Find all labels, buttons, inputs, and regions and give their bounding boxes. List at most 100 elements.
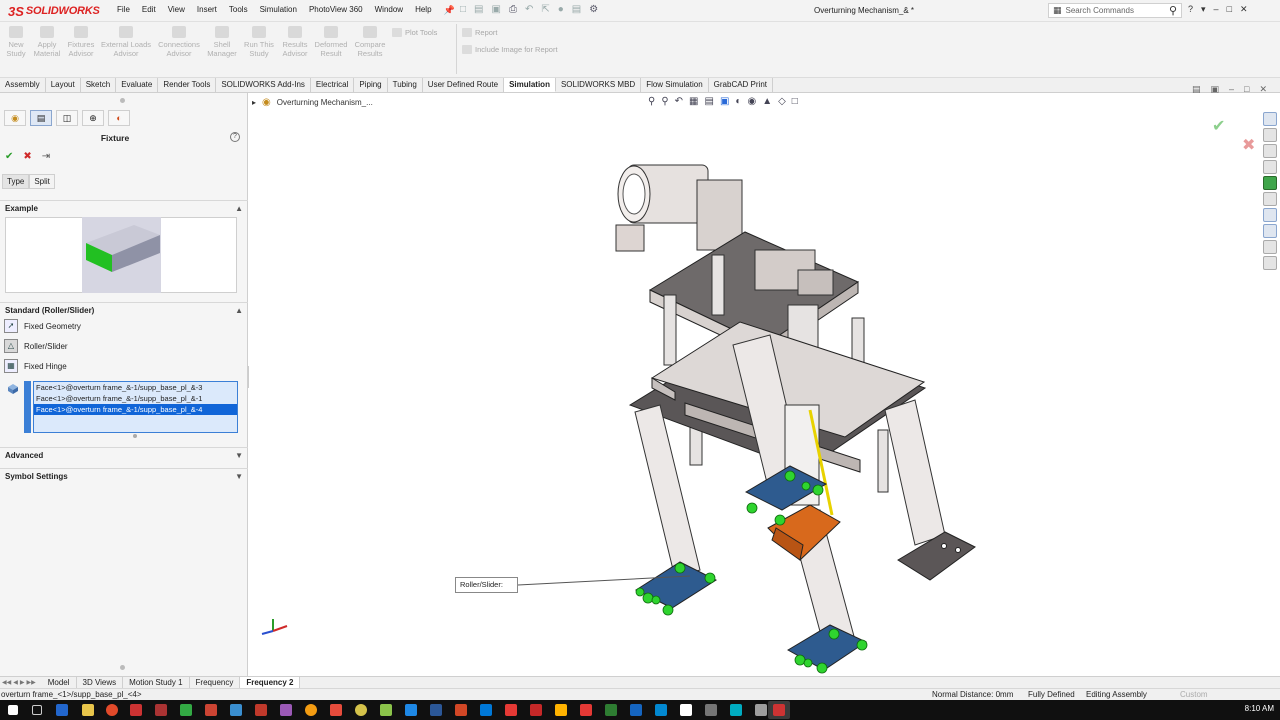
solidworks-logo[interactable]: 3S SOLIDWORKS [8,3,100,19]
confirm-cancel-icon[interactable]: ✖ [1242,135,1255,155]
app-icon-15[interactable] [555,704,567,716]
menu-edit[interactable]: Edit [142,5,156,16]
tab-sketch[interactable]: Sketch [81,78,117,92]
dimxpert-tab-icon[interactable]: ⊕ [82,110,104,126]
toolbox-icon[interactable] [1263,240,1277,254]
app-icon-12[interactable] [405,704,417,716]
tab-render-tools[interactable]: Render Tools [158,78,217,92]
section-view-icon[interactable]: ▦ [689,96,698,107]
zoom-to-fit-icon[interactable]: ⚲ [648,96,655,107]
forum-icon[interactable] [1263,208,1277,222]
connections-advisor-button[interactable]: Connections Advisor [154,26,204,58]
expand-arrow-icon[interactable]: ▸ [252,98,256,107]
property-manager-tab-icon[interactable]: ▤ [30,110,52,126]
selected-entities-list[interactable]: Face<1>@overturn frame_&-1/supp_base_pl_… [33,381,238,433]
user-icon[interactable]: ▾ [1201,4,1206,15]
confirm-ok-icon[interactable]: ✔ [1212,116,1225,136]
app-icon-19[interactable] [655,704,667,716]
tab-piping[interactable]: Piping [354,78,388,92]
fixed-geometry-option[interactable]: ➚ Fixed Geometry [4,319,81,333]
help-button[interactable]: ? [1188,4,1193,15]
tab-nav-first-icon[interactable]: ◀◀ [2,679,11,686]
collapse-chevron-icon[interactable]: ▲ [235,204,243,213]
view-palette-icon[interactable] [1263,160,1277,174]
start-button-icon[interactable] [8,705,18,715]
task-view-icon[interactable] [32,705,42,715]
status-units[interactable]: Custom [1180,689,1208,700]
app-icon-16[interactable] [580,704,592,716]
app-icon-17[interactable] [605,704,617,716]
search-icon[interactable]: ⚲ [1169,4,1177,17]
tab-tubing[interactable]: Tubing [388,78,423,92]
tab-nav-prev-icon[interactable]: ◀ [13,679,18,686]
tab-layout[interactable]: Layout [46,78,81,92]
tab-nav-next-icon[interactable]: ▶ [20,679,25,686]
file-explorer-taskbar-icon[interactable] [82,704,94,716]
deformed-result-button[interactable]: Deformed Result [311,26,351,58]
app-icon-14[interactable] [530,704,542,716]
search-commands-input[interactable]: ▦ Search Commands ⚲ [1048,3,1182,18]
tab-user-defined-route[interactable]: User Defined Route [423,78,505,92]
apply-scene-icon[interactable]: ◇ [778,96,786,107]
configuration-manager-tab-icon[interactable]: ◫ [56,110,78,126]
tab-type[interactable]: Type [2,174,30,189]
zoom-to-area-icon[interactable]: ⚲ [661,96,668,107]
tab-3d-views[interactable]: 3D Views [77,677,124,688]
menu-photoview[interactable]: PhotoView 360 [309,5,363,16]
view-settings-icon[interactable]: □ [792,96,798,107]
menu-help[interactable]: Help [415,5,431,16]
plot-tools-button[interactable]: Plot Tools [392,28,437,37]
split-view-icon[interactable]: ▤ [1192,84,1201,95]
example-group-header[interactable]: Example ▲ [0,200,248,216]
restore-button[interactable]: □ [1227,4,1232,15]
list-resize-grip[interactable] [133,434,137,438]
edit-appearance-icon[interactable]: ▲ [762,96,772,107]
expand-chevron-icon[interactable]: ▼ [235,472,243,481]
menu-simulation[interactable]: Simulation [260,5,297,16]
app-icon-9[interactable] [330,704,342,716]
list-item[interactable]: Face<1>@overturn frame_&-1/supp_base_pl_… [34,382,237,393]
solidworks-active-icon[interactable] [773,704,785,716]
file-explorer-icon[interactable] [1263,144,1277,158]
close-button[interactable]: ✕ [1240,4,1248,15]
select-icon[interactable]: ⇱ [541,4,549,15]
file-properties-icon[interactable]: ▤ [572,4,581,15]
custom-properties-icon[interactable] [1263,192,1277,206]
app-icon-18[interactable] [630,704,642,716]
flyout-feature-tree[interactable]: ▸ ◉ Overturning Mechanism_... [252,97,373,108]
roller-slider-callout[interactable]: Roller/Slider: [455,577,518,593]
app-icon-10[interactable] [355,704,367,716]
doc-close-button[interactable]: ✕ [1259,84,1267,95]
tab-solidworks-mbd[interactable]: SOLIDWORKS MBD [556,78,642,92]
undo-icon[interactable]: ↶ [525,4,533,15]
menu-file[interactable]: File [117,5,130,16]
symbol-settings-group-header[interactable]: Symbol Settings ▼ [0,468,248,484]
print-icon[interactable]: ⎙ [509,4,517,15]
run-this-study-button[interactable]: Run This Study [239,26,279,58]
doc-minimize-button[interactable]: – [1229,84,1234,95]
taskbar-clock[interactable]: 8:10 AM [1245,704,1274,713]
tab-assembly[interactable]: Assembly [0,78,46,92]
word-icon[interactable] [430,704,442,716]
open-icon[interactable]: ▤ [474,4,483,15]
save-icon[interactable]: ▣ [492,4,501,15]
shell-manager-button[interactable]: Shell Manager [202,26,242,58]
tab-evaluate[interactable]: Evaluate [116,78,159,92]
cancel-x-icon[interactable]: ✖ [23,151,31,162]
app-icon-2[interactable] [155,704,167,716]
chrome-icon[interactable] [106,704,118,716]
results-advisor-button[interactable]: Results Advisor [275,26,315,58]
app-icon-7[interactable] [280,704,292,716]
menu-view[interactable]: View [168,5,185,16]
simulation-advisor-icon[interactable] [1263,256,1277,270]
solidworks-app-icon[interactable] [130,704,142,716]
minimize-button[interactable]: – [1214,4,1219,15]
app-icon-20[interactable] [680,704,692,716]
dynamic-annotation-icon[interactable]: ▤ [705,96,714,107]
design-library-icon[interactable] [1263,128,1277,142]
dropbox-icon[interactable] [480,704,492,716]
display-manager-tab-icon[interactable]: ◐ [108,110,130,126]
compare-results-button[interactable]: Compare Results [350,26,390,58]
app-icon-8[interactable] [305,704,317,716]
tab-motion-study-1[interactable]: Motion Study 1 [123,677,190,688]
